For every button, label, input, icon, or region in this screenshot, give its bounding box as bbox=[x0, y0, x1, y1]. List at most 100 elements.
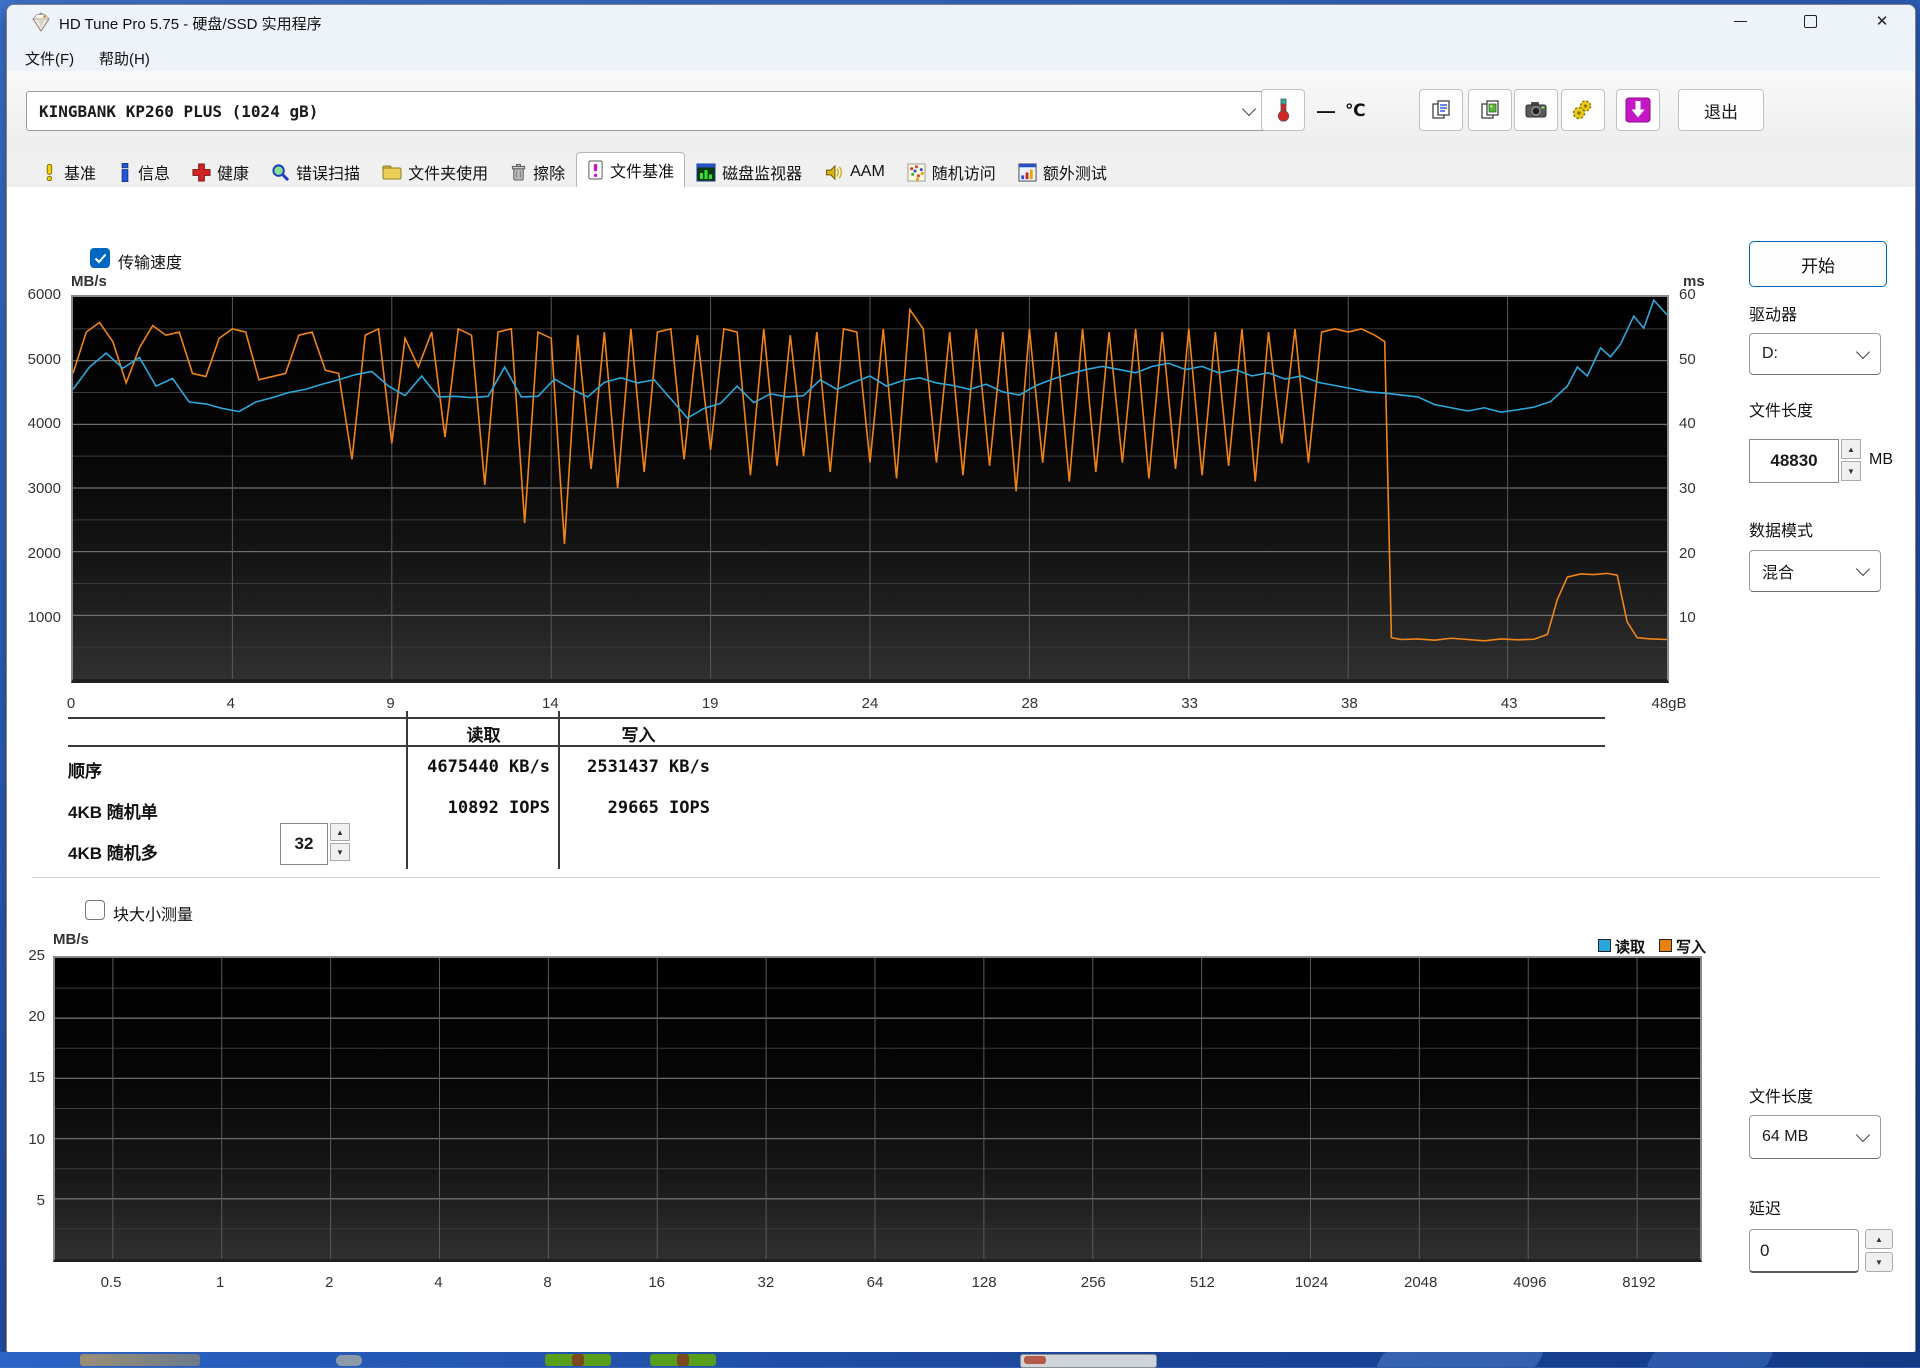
tab-random-access[interactable]: 随机访问 bbox=[896, 156, 1007, 187]
main-chart-ytick-left: 5000 bbox=[27, 350, 61, 368]
file-length-label: 文件长度 bbox=[1749, 403, 1814, 420]
start-button[interactable]: 开始 bbox=[1749, 241, 1887, 287]
file-length-up-button[interactable]: ▲ bbox=[1841, 439, 1861, 459]
tab-label: 擦除 bbox=[533, 166, 566, 183]
settings-button[interactable] bbox=[1561, 89, 1605, 131]
tab-benchmark[interactable]: 基准 bbox=[29, 156, 107, 187]
block-size-checkbox[interactable] bbox=[85, 900, 105, 920]
info-icon bbox=[121, 162, 129, 182]
tab-extra-tests[interactable]: 额外测试 bbox=[1007, 156, 1118, 187]
block-chart-xtick: 1024 bbox=[1294, 1274, 1329, 1291]
folder-icon bbox=[382, 165, 402, 180]
exclamation-icon bbox=[46, 163, 53, 181]
file-length-unit: MB bbox=[1869, 451, 1893, 468]
tab-label: 文件夹使用 bbox=[408, 166, 489, 183]
close-button[interactable]: ✕ bbox=[1859, 5, 1905, 38]
tab-file-benchmark[interactable]: 文件基准 bbox=[576, 152, 686, 187]
chevron-down-icon bbox=[1855, 344, 1871, 360]
tab-label: 基准 bbox=[64, 166, 97, 183]
main-chart-ytick-left: 3000 bbox=[27, 480, 61, 497]
delay-input[interactable]: 0 bbox=[1749, 1229, 1859, 1273]
transfer-speed-checkbox[interactable] bbox=[90, 248, 110, 268]
tab-erase[interactable]: 擦除 bbox=[499, 156, 576, 187]
sequential-write-value: 2531437 KB/s bbox=[587, 757, 710, 777]
block-size-label: 块大小测量 bbox=[113, 907, 194, 924]
main-chart-xtick: 9 bbox=[386, 695, 395, 712]
tab-health[interactable]: 健康 bbox=[181, 156, 260, 187]
minimize-button[interactable] bbox=[1717, 5, 1763, 38]
screenshot-button[interactable] bbox=[1514, 89, 1558, 131]
drive-select[interactable]: D: bbox=[1749, 333, 1881, 375]
tab-info[interactable]: 信息 bbox=[107, 156, 181, 187]
block-chart-xtick: 4096 bbox=[1513, 1274, 1547, 1291]
copy-image-button[interactable] bbox=[1468, 89, 1512, 131]
data-mode-label: 数据模式 bbox=[1749, 523, 1814, 540]
desktop-icon bbox=[336, 1355, 362, 1366]
drive-combobox[interactable]: KINGBANK KP260 PLUS (1024 gB) bbox=[26, 91, 1267, 131]
copy-image-icon bbox=[1481, 100, 1499, 119]
chevron-down-icon bbox=[1241, 101, 1257, 117]
tab-aam[interactable]: AAM bbox=[813, 156, 896, 187]
main-chart-ytick-right: 10 bbox=[1679, 609, 1696, 627]
row-label-4kb-single: 4KB 随机单 bbox=[68, 803, 158, 822]
block-chart-xtick: 2 bbox=[325, 1274, 334, 1291]
block-chart-ytick: 20 bbox=[28, 1008, 45, 1026]
file-length-input[interactable]: 48830 bbox=[1749, 439, 1839, 483]
close-icon: ✕ bbox=[1875, 13, 1889, 30]
main-chart-ytick-left: 2000 bbox=[27, 544, 61, 562]
down-arrow-icon bbox=[1625, 97, 1651, 123]
block-file-length-select[interactable]: 64 MB bbox=[1749, 1115, 1881, 1159]
tab-disk-monitor[interactable]: 磁盘监视器 bbox=[685, 156, 813, 187]
delay-label: 延迟 bbox=[1749, 1201, 1782, 1218]
block-size-chart bbox=[53, 956, 1702, 1262]
menu-file[interactable]: 文件(F) bbox=[19, 46, 80, 71]
delay-down-button[interactable]: ▼ bbox=[1865, 1252, 1893, 1272]
exit-button[interactable]: 退出 bbox=[1678, 89, 1764, 131]
tab-label: 额外测试 bbox=[1042, 166, 1107, 183]
save-results-button[interactable] bbox=[1616, 89, 1660, 131]
menu-help[interactable]: 帮助(H) bbox=[93, 46, 156, 71]
data-mode-select[interactable]: 混合 bbox=[1749, 550, 1881, 592]
main-chart-ytick-right: 30 bbox=[1679, 480, 1696, 497]
main-chart-ytick-right: 20 bbox=[1679, 544, 1696, 562]
table-top-line bbox=[68, 717, 1605, 719]
gears-icon bbox=[1572, 100, 1592, 120]
block-chart-ytick: 5 bbox=[36, 1191, 45, 1209]
random-single-read-value: 10892 IOPS bbox=[447, 798, 550, 818]
temperature-unit: ℃ bbox=[1345, 101, 1366, 120]
minimize-icon bbox=[1733, 21, 1747, 22]
legend-read-label: 读取 bbox=[1615, 939, 1646, 956]
legend-write-label: 写入 bbox=[1676, 939, 1707, 956]
thermometer-icon bbox=[1277, 98, 1290, 122]
block-chart-xtick: 2048 bbox=[1403, 1274, 1438, 1291]
block-chart-xtick: 16 bbox=[648, 1274, 666, 1291]
queue-depth-input[interactable]: 32 bbox=[280, 823, 328, 865]
copy-text-button[interactable] bbox=[1419, 89, 1463, 131]
queue-depth-down-button[interactable]: ▼ bbox=[330, 843, 350, 861]
window-title: HD Tune Pro 5.75 - 硬盘/SSD 实用程序 bbox=[59, 16, 322, 33]
row-label-sequential: 顺序 bbox=[68, 762, 102, 781]
trash-icon bbox=[511, 163, 526, 181]
queue-depth-up-button[interactable]: ▲ bbox=[330, 823, 350, 841]
tab-folder-usage[interactable]: 文件夹使用 bbox=[371, 156, 499, 187]
block-chart-ytick: 15 bbox=[28, 1069, 45, 1087]
main-chart-ytick-right: 40 bbox=[1679, 415, 1696, 433]
legend-read-swatch bbox=[1598, 939, 1611, 952]
delay-up-button[interactable]: ▲ bbox=[1865, 1229, 1893, 1249]
random-access-icon bbox=[907, 162, 926, 182]
file-length-down-button[interactable]: ▼ bbox=[1841, 461, 1861, 481]
main-chart-xtick: 14 bbox=[542, 695, 559, 712]
main-chart-xtick: 33 bbox=[1181, 695, 1198, 712]
block-chart-xtick: 32 bbox=[757, 1274, 775, 1291]
main-chart-ytick-left: 4000 bbox=[27, 415, 61, 433]
block-chart-xtick: 256 bbox=[1080, 1274, 1106, 1291]
tab-error-scan[interactable]: 错误扫描 bbox=[260, 156, 371, 187]
app-window: HD Tune Pro 5.75 - 硬盘/SSD 实用程序 ✕ 文件(F) 帮… bbox=[6, 4, 1916, 1354]
block-chart-xtick: 128 bbox=[971, 1274, 997, 1291]
maximize-button[interactable] bbox=[1787, 5, 1833, 38]
data-mode-value: 混合 bbox=[1762, 565, 1795, 582]
temperature-button[interactable] bbox=[1261, 89, 1305, 131]
magnifier-icon bbox=[272, 163, 290, 181]
block-chart-xtick: 4 bbox=[434, 1274, 443, 1291]
desktop: HD Tune Pro 5.75 - 硬盘/SSD 实用程序 ✕ 文件(F) 帮… bbox=[0, 0, 1920, 1368]
